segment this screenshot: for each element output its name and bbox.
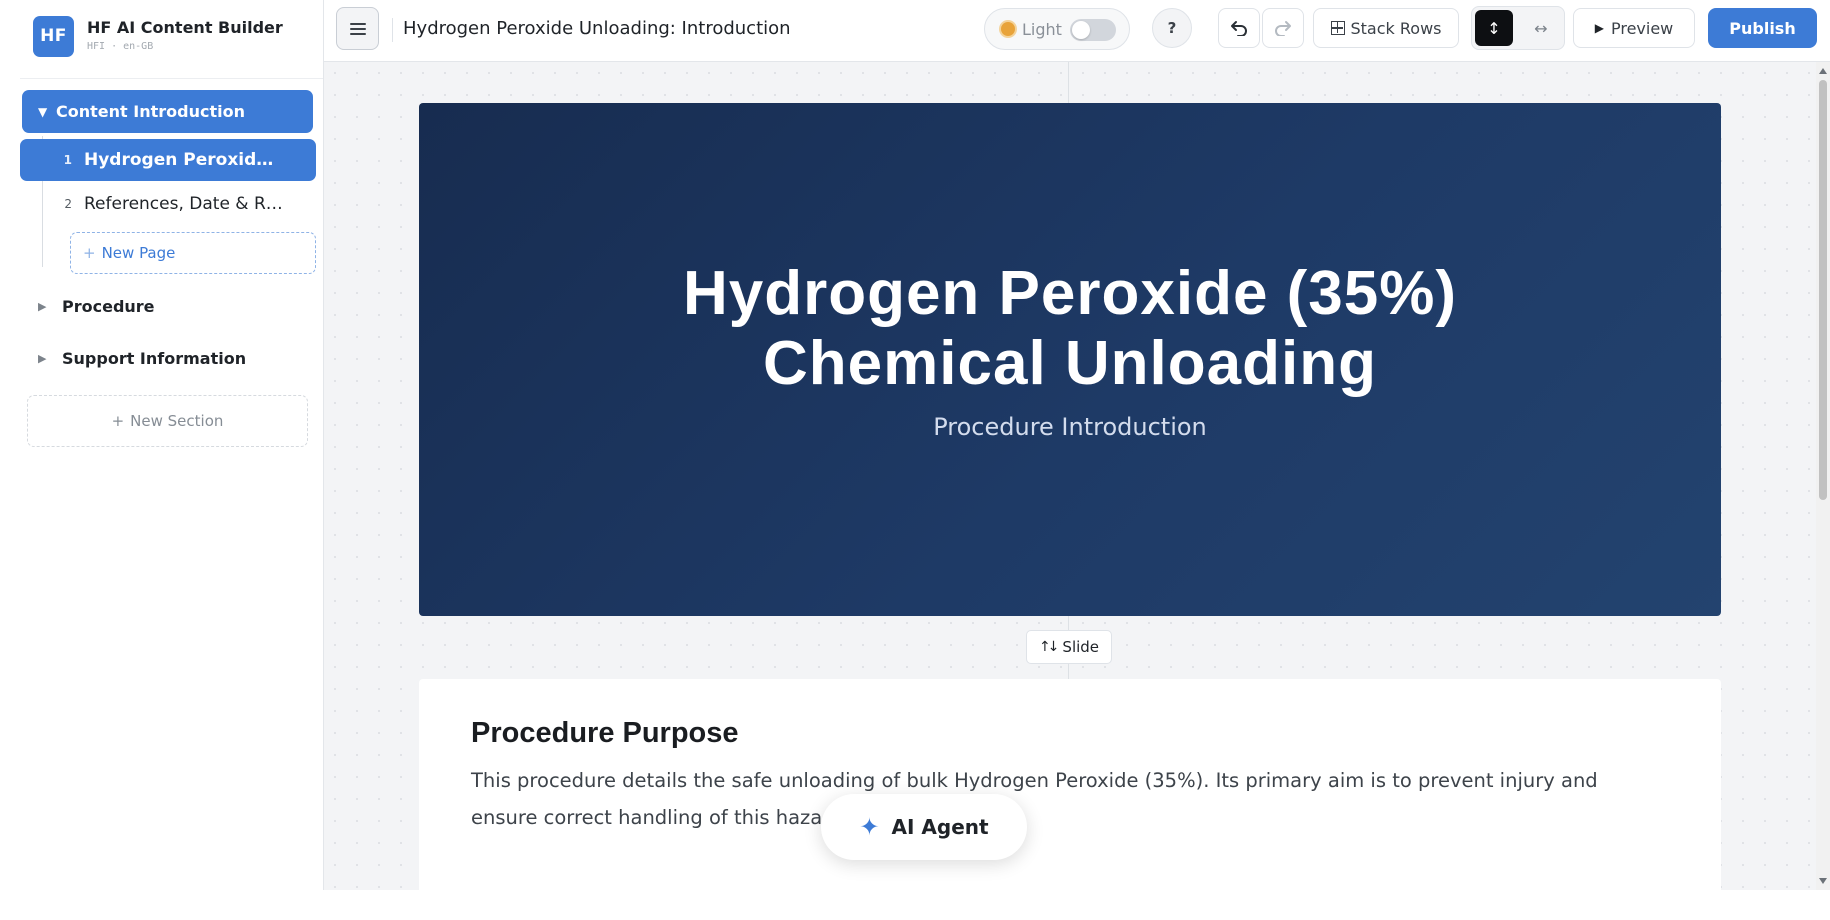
section-support-information[interactable]: ▶ Support Information (38, 343, 246, 373)
caret-right-icon: ▶ (38, 351, 47, 365)
preview-button[interactable]: ▶ Preview (1573, 8, 1695, 48)
theme-switch[interactable] (1070, 19, 1116, 41)
brand-logo: HF (33, 15, 74, 57)
redo-icon (1275, 21, 1291, 36)
bottom-strip (0, 890, 1830, 920)
new-section-button[interactable]: + New Section (27, 395, 308, 447)
section-content-introduction[interactable]: ▼ Content Introduction (22, 90, 313, 133)
canvas-scrollbar[interactable] (1816, 62, 1830, 890)
content-heading: Procedure Purpose (471, 717, 739, 749)
stack-rows-label: Stack Rows (1350, 18, 1442, 38)
title-slide[interactable]: Hydrogen Peroxide (35%) Chemical Unloadi… (419, 103, 1721, 616)
layout-mode-toggle: ↕ ↔ (1471, 6, 1565, 50)
publish-button[interactable]: Publish (1708, 8, 1817, 48)
switch-knob (1072, 21, 1090, 39)
ai-agent-label: AI Agent (891, 815, 989, 839)
slide-title: Hydrogen Peroxide (35%) Chemical Unloadi… (682, 258, 1458, 398)
slide-chip-label: Slide (1062, 638, 1100, 656)
undo-button[interactable] (1218, 8, 1260, 48)
grid-icon (1330, 21, 1345, 35)
document-title: Hydrogen Peroxide Unloading: Introductio… (403, 18, 791, 39)
menu-button[interactable] (336, 7, 379, 50)
brand-title: HF AI Content Builder (87, 18, 283, 37)
ai-agent-button[interactable]: ✦ AI Agent (821, 794, 1027, 860)
swap-vertical-icon: ↑↓ (1038, 639, 1060, 655)
page-number: 1 (63, 153, 72, 167)
sun-icon (1001, 22, 1015, 36)
section-label: Procedure (62, 296, 155, 316)
sidebar: HF HF AI Content Builder HFI · en-GB ▼ C… (0, 0, 324, 890)
page-number: 2 (64, 197, 72, 211)
page-label: Hydrogen Peroxide ... (84, 150, 284, 170)
sidebar-divider (20, 78, 323, 79)
hamburger-menu-icon (349, 22, 366, 35)
stack-rows-button[interactable]: Stack Rows (1313, 8, 1459, 48)
content-body: This procedure details the safe unloadin… (471, 769, 1598, 829)
section-label: Support Information (62, 348, 247, 368)
new-section-label: New Section (130, 412, 224, 430)
redo-button[interactable] (1262, 8, 1304, 48)
undo-icon (1231, 21, 1247, 36)
plus-icon: + (83, 244, 96, 262)
preview-label: Preview (1610, 18, 1674, 38)
new-page-button[interactable]: + New Page (70, 232, 316, 274)
theme-label: Light (1022, 19, 1062, 39)
help-button[interactable]: ? (1152, 8, 1192, 48)
horizontal-arrows-icon: ↔ (1534, 18, 1548, 38)
caret-right-icon: ▶ (38, 299, 47, 313)
horizontal-layout-button[interactable]: ↔ (1522, 10, 1560, 46)
caret-down-icon: ▼ (38, 104, 48, 119)
sparkle-icon: ✦ (859, 813, 880, 841)
theme-toggle[interactable]: Light (984, 8, 1130, 50)
new-page-label: New Page (101, 244, 176, 262)
plus-icon: + (111, 412, 125, 430)
scroll-down-icon[interactable] (1819, 878, 1827, 884)
content-block[interactable]: Procedure Purpose This procedure details… (419, 679, 1721, 890)
section-procedure[interactable]: ▶ Procedure (38, 291, 155, 321)
editor-canvas: Hydrogen Peroxide (35%) Chemical Unloadi… (324, 62, 1816, 890)
slide-type-chip[interactable]: ↑↓ Slide (1026, 630, 1112, 664)
toolbar-separator (392, 18, 393, 42)
scroll-up-icon[interactable] (1819, 68, 1827, 74)
section-label: Content Introduction (56, 102, 245, 121)
page-label: References, Date & Ri... (84, 194, 284, 214)
app-window: HF HF AI Content Builder HFI · en-GB ▼ C… (0, 0, 1830, 920)
slide-subtitle: Procedure Introduction (933, 412, 1207, 441)
brand: HF HF AI Content Builder HFI · en-GB (33, 15, 283, 57)
top-toolbar: Hydrogen Peroxide Unloading: Introductio… (324, 0, 1830, 62)
vertical-arrows-icon: ↕ (1487, 18, 1501, 38)
vertical-layout-button[interactable]: ↕ (1475, 10, 1513, 46)
scrollbar-thumb[interactable] (1819, 80, 1827, 500)
page-item-2[interactable]: 2 References, Date & Ri... (20, 183, 316, 225)
brand-subtitle: HFI · en-GB (87, 41, 154, 52)
page-item-1[interactable]: 1 Hydrogen Peroxide ... (20, 139, 316, 181)
play-icon: ▶ (1594, 21, 1604, 35)
